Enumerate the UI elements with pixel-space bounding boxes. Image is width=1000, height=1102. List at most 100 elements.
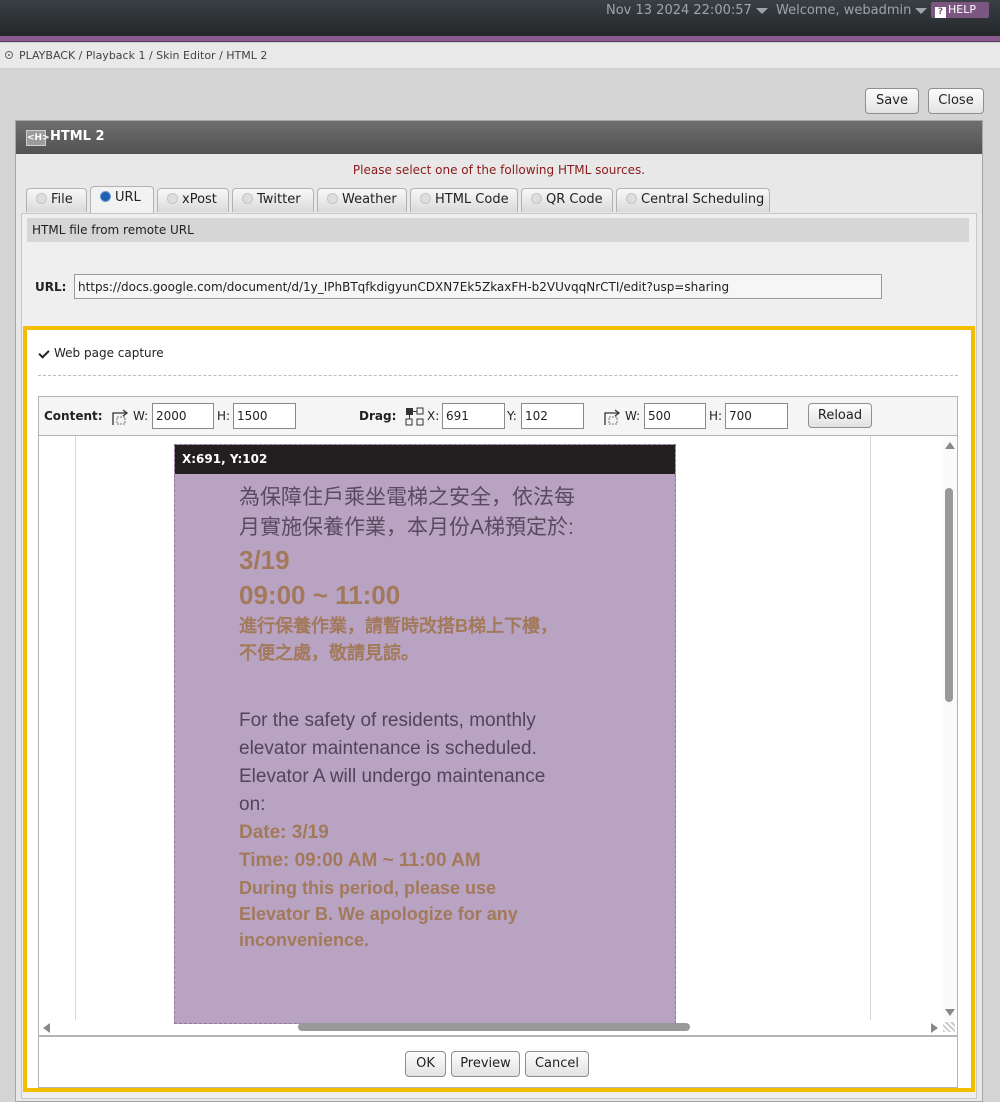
en-note-1: During this period, please use [239, 878, 497, 898]
url-input[interactable] [74, 274, 882, 299]
save-button[interactable]: Save [865, 88, 919, 114]
content-w-label: W: [133, 409, 149, 423]
tab-label: Weather [342, 192, 397, 207]
tab-xpost[interactable]: xPost [157, 188, 229, 212]
size-h-label: H: [709, 409, 723, 423]
question-icon: ? [935, 7, 946, 18]
cancel-button[interactable]: Cancel [525, 1051, 589, 1077]
drag-y-label: Y: [507, 409, 517, 423]
drag-x-input[interactable] [442, 403, 505, 429]
drag-x-label: X: [427, 409, 440, 423]
scroll-down-icon[interactable] [945, 1009, 955, 1016]
web-capture-section: Web page capture Content: W: H: Drag: X:… [23, 326, 975, 1092]
content-boundary-right [870, 436, 871, 1020]
datetime-text: Nov 13 2024 22:00:57 [606, 3, 752, 18]
size-width-input[interactable] [644, 403, 706, 429]
capture-viewport[interactable]: X:691, Y:102 為保障住戶乘坐電梯之安全，依法每 月實施保養作業，本月… [38, 436, 958, 1036]
location-icon [5, 51, 13, 59]
breadcrumb-bar: PLAYBACK / Playback 1 / Skin Editor / HT… [0, 43, 1000, 69]
resize-icon [112, 409, 129, 425]
vertical-scroll-thumb[interactable] [945, 488, 953, 702]
radio-icon [420, 193, 431, 204]
en-note-2: Elevator B. We apologize for any [239, 904, 518, 924]
top-bar: Nov 13 2024 22:00:57 Welcome, webadmin ?… [0, 0, 1000, 36]
zh-line-2: 月實施保養作業，本月份A梯預定於: [239, 516, 574, 539]
source-notice: Please select one of the following HTML … [352, 163, 646, 177]
en-line-2: elevator maintenance is scheduled. [239, 738, 537, 759]
content-width-input[interactable] [152, 403, 214, 429]
capture-frame[interactable]: X:691, Y:102 為保障住戶乘坐電梯之安全，依法每 月實施保養作業，本月… [174, 444, 676, 1024]
drag-label: Drag: [359, 409, 397, 423]
en-line-1: For the safety of residents, monthly [239, 710, 536, 731]
capture-toolbar: Content: W: H: Drag: X: Y: W: H: [38, 396, 958, 436]
breadcrumb: PLAYBACK / Playback 1 / Skin Editor / HT… [19, 49, 268, 62]
tab-weather[interactable]: Weather [317, 188, 407, 212]
tab-label: Central Scheduling [641, 192, 765, 207]
drag-y-input[interactable] [521, 403, 584, 429]
size-w-label: W: [625, 409, 641, 423]
resize-icon [604, 409, 621, 425]
zh-note-1: 進行保養作業，請暫時改搭B梯上下樓， [239, 616, 558, 636]
tab-label: URL [115, 190, 141, 205]
radio-selected-icon [100, 191, 111, 202]
radio-icon [242, 193, 253, 204]
size-height-input[interactable] [725, 403, 788, 429]
preview-button[interactable]: Preview [451, 1051, 520, 1077]
welcome-text: Welcome, webadmin [776, 3, 912, 18]
captured-page-content: 為保障住戶乘坐電梯之安全，依法每 月實施保養作業，本月份A梯預定於: 3/19 … [239, 483, 619, 953]
dialog-actions: OK Preview Cancel [38, 1036, 958, 1088]
datetime-menu[interactable]: Nov 13 2024 22:00:57 [606, 3, 768, 18]
panel-title: HTML 2 [50, 129, 105, 144]
scroll-up-icon[interactable] [945, 442, 955, 449]
radio-icon [626, 193, 637, 204]
tab-file[interactable]: File [26, 188, 87, 212]
tab-url[interactable]: URL [90, 186, 154, 214]
content-height-input[interactable] [233, 403, 296, 429]
move-icon [405, 407, 424, 426]
chevron-down-icon [915, 7, 928, 14]
html-icon: <H> [26, 130, 50, 146]
url-subheading: HTML file from remote URL [27, 218, 969, 242]
en-line-4: on: [239, 794, 266, 815]
panel-header: <H> HTML 2 [16, 121, 982, 154]
reload-button[interactable]: Reload [808, 403, 872, 428]
web-capture-label[interactable]: Web page capture [54, 346, 164, 360]
tab-central-scheduling[interactable]: Central Scheduling [616, 188, 770, 212]
scroll-right-icon[interactable] [931, 1023, 938, 1033]
zh-time: 09:00 ~ 11:00 [239, 580, 401, 610]
tab-qr-code[interactable]: QR Code [521, 188, 613, 212]
en-line-3: Elevator A will undergo maintenance [239, 766, 546, 787]
zh-date: 3/19 [239, 545, 290, 575]
content-h-label: H: [217, 409, 231, 423]
tab-label: QR Code [546, 192, 603, 207]
horizontal-scroll-thumb[interactable] [298, 1023, 690, 1031]
content-label: Content: [44, 409, 103, 423]
frame-coordinates[interactable]: X:691, Y:102 [175, 445, 675, 474]
zh-note-2: 不便之處，敬請見諒。 [239, 643, 419, 663]
url-label: URL: [35, 280, 67, 294]
help-button[interactable]: ? HELP [931, 2, 989, 18]
tab-label: HTML Code [435, 192, 509, 207]
radio-icon [167, 193, 178, 204]
tab-twitter[interactable]: Twitter [232, 188, 314, 212]
en-time: Time: 09:00 AM ~ 11:00 AM [239, 850, 481, 871]
content-boundary-left [75, 436, 76, 1020]
top-bar-stripe [0, 36, 1000, 42]
help-label: HELP [948, 3, 976, 16]
resize-grip-icon[interactable] [943, 1022, 955, 1032]
tab-label: Twitter [257, 192, 301, 207]
radio-icon [531, 193, 542, 204]
chevron-down-icon [755, 7, 768, 14]
ok-button[interactable]: OK [405, 1051, 446, 1077]
user-menu[interactable]: Welcome, webadmin [776, 3, 928, 18]
divider [38, 375, 958, 376]
checkmark-icon[interactable] [38, 347, 50, 359]
radio-icon [327, 193, 338, 204]
zh-line-1: 為保障住戶乘坐電梯之安全，依法每 [239, 486, 575, 509]
close-button[interactable]: Close [928, 88, 984, 114]
scroll-left-icon[interactable] [43, 1023, 50, 1033]
tab-label: xPost [182, 192, 217, 207]
en-note-3: inconvenience. [239, 930, 370, 950]
tab-html-code[interactable]: HTML Code [410, 188, 518, 212]
radio-icon [36, 193, 47, 204]
